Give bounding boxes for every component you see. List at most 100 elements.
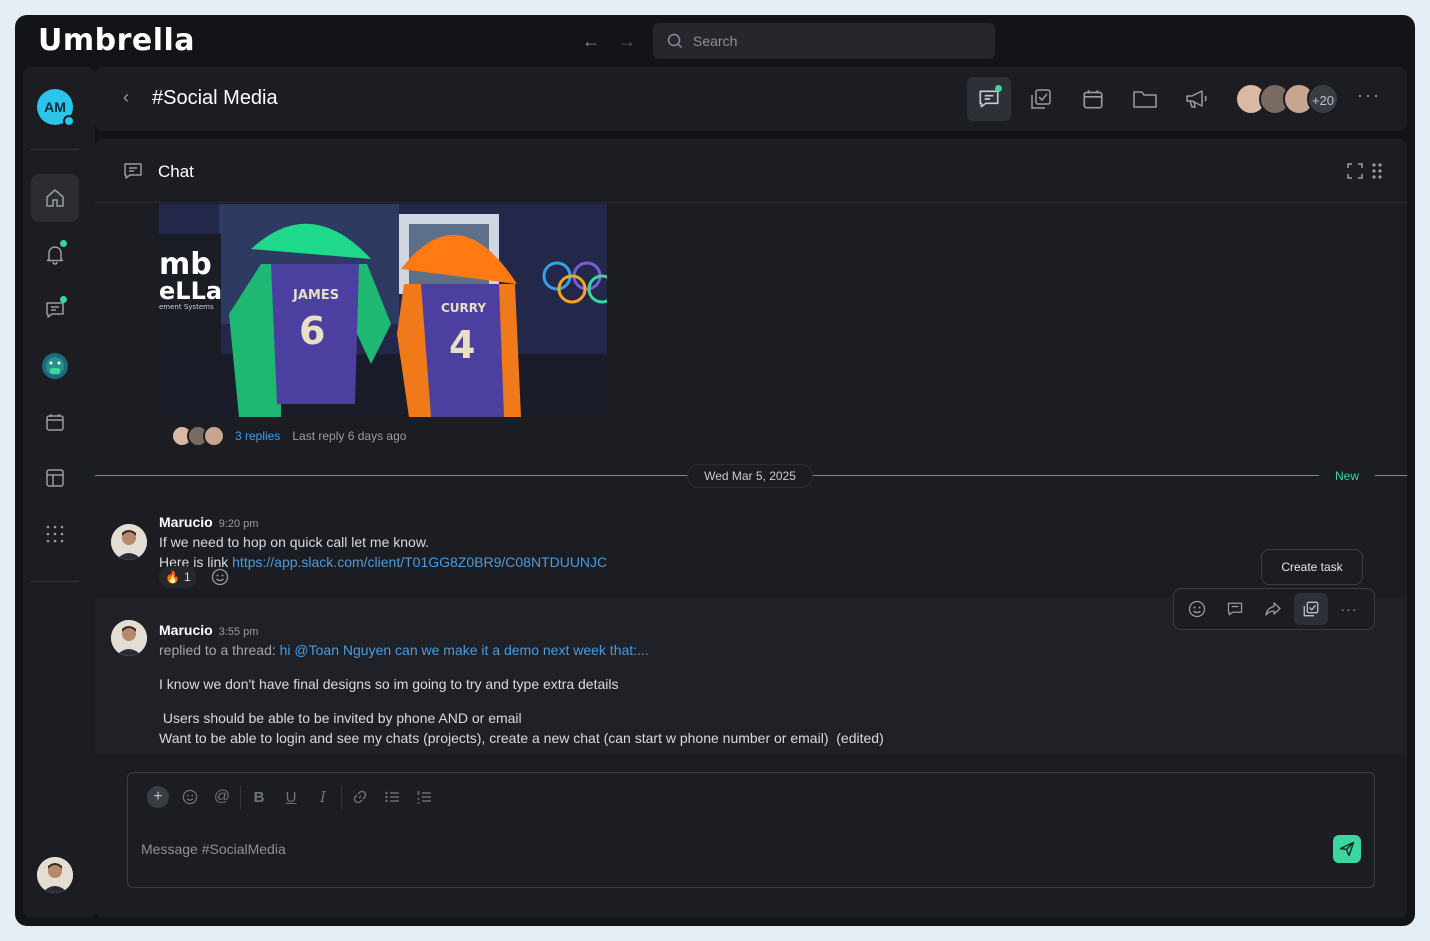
mention-icon[interactable]: @ xyxy=(206,783,238,811)
sidebar-item-notifications[interactable] xyxy=(31,230,79,278)
chat-title: Chat xyxy=(158,162,194,181)
megaphone-icon xyxy=(1186,90,1207,108)
top-bar: Umbrella ← → xyxy=(15,15,1415,67)
share-arrow-icon xyxy=(1265,602,1281,616)
tab-calendar[interactable] xyxy=(1071,77,1115,121)
jersey-name-curry: CURRY xyxy=(441,301,486,315)
plus-icon: + xyxy=(147,786,169,808)
italic-icon[interactable]: I xyxy=(307,783,339,811)
tasks-icon xyxy=(1303,601,1319,617)
sidebar-item-ai-assistant[interactable] xyxy=(31,342,79,390)
author-name[interactable]: Marucio xyxy=(159,622,213,638)
toolbar-separator xyxy=(341,785,342,809)
author-avatar[interactable] xyxy=(111,620,147,656)
layout-icon xyxy=(46,469,64,487)
react-button[interactable] xyxy=(1180,593,1214,625)
calendar-icon xyxy=(1083,90,1103,109)
channel-title: #Social Media xyxy=(152,87,278,109)
calendar-icon xyxy=(46,414,64,431)
notification-dot xyxy=(995,85,1002,92)
replies-link[interactable]: 3 replies xyxy=(235,429,280,443)
thread-prefix: replied to a thread: xyxy=(159,642,280,658)
user-avatar[interactable]: AM xyxy=(37,89,75,127)
message-time: 9:20 pm xyxy=(218,518,259,530)
person-photo-icon xyxy=(111,620,147,656)
create-task-tooltip: Create task xyxy=(1261,549,1363,585)
tab-announcements[interactable] xyxy=(1175,77,1219,121)
more-options-icon[interactable]: ··· xyxy=(1357,85,1381,106)
channel-header: ‹ #Social Media +20 ··· xyxy=(95,67,1407,131)
expand-icon[interactable] xyxy=(1347,163,1363,179)
jersey-name-james: JAMES xyxy=(292,288,339,303)
status-badge xyxy=(63,115,75,127)
drag-handle-icon[interactable] xyxy=(1371,163,1383,179)
send-icon xyxy=(1339,841,1355,857)
reaction-pill[interactable]: 🔥 1 xyxy=(159,566,197,588)
message-time: 3:55 pm xyxy=(218,626,259,638)
member-count-badge: +20 xyxy=(1307,83,1339,115)
bullet-list-icon xyxy=(385,791,399,803)
sidebar-item-calendar[interactable] xyxy=(31,398,79,446)
sidebar-item-home[interactable] xyxy=(31,174,79,222)
person-photo-icon xyxy=(111,524,147,560)
tab-chat[interactable] xyxy=(967,77,1011,121)
notification-dot xyxy=(60,240,67,247)
reply-avatar xyxy=(203,425,225,447)
add-reaction-icon[interactable] xyxy=(211,568,229,586)
reply-thread-button[interactable] xyxy=(1218,593,1252,625)
message-input[interactable] xyxy=(141,835,1291,863)
tab-tasks[interactable] xyxy=(1019,77,1063,121)
back-arrow-icon[interactable]: ← xyxy=(579,29,603,53)
link-button[interactable] xyxy=(344,783,376,811)
thread-link[interactable]: hi @Toan Nguyen can we make it a demo ne… xyxy=(280,642,649,658)
chat-icon xyxy=(124,163,142,179)
person-photo-icon xyxy=(37,857,73,893)
thread-icon xyxy=(1227,602,1243,616)
message-text: I know we don't have final designs so im… xyxy=(159,676,619,692)
chat-header: Chat xyxy=(95,139,1407,203)
reaction-count: 1 xyxy=(183,570,191,584)
emoji-icon xyxy=(182,789,198,805)
search-input[interactable] xyxy=(693,23,983,59)
last-reply-text: Last reply 6 days ago xyxy=(292,429,407,443)
message-text: Users should be able to be invited by ph… xyxy=(159,710,522,726)
chat-panel: Chat mb eLLa ement Systems JAMES 6 CURRY… xyxy=(95,139,1407,918)
sidebar-item-more-apps[interactable] xyxy=(31,510,79,558)
ai-assistant-icon xyxy=(42,353,68,379)
numbered-list-button[interactable] xyxy=(408,783,440,811)
create-task-button[interactable] xyxy=(1294,593,1328,625)
sidebar-item-layout[interactable] xyxy=(31,454,79,502)
add-attachment-button[interactable]: + xyxy=(142,783,174,811)
share-button[interactable] xyxy=(1256,593,1290,625)
message-link[interactable]: https://app.slack.com/client/T01GG8Z0BR9… xyxy=(232,554,607,570)
more-actions-icon[interactable]: ··· xyxy=(1332,593,1366,625)
bold-icon[interactable]: B xyxy=(243,783,275,811)
message-text: Want to be able to login and see my chat… xyxy=(159,730,884,746)
profile-avatar[interactable] xyxy=(37,857,73,893)
author-name[interactable]: Marucio xyxy=(159,514,213,530)
basketball-players-image: mb eLLa ement Systems JAMES 6 CURRY 4 xyxy=(159,204,607,417)
message-header: Marucio 9:20 pm xyxy=(159,514,258,530)
tab-files[interactable] xyxy=(1123,77,1167,121)
underline-icon[interactable]: U xyxy=(275,783,307,811)
date-divider-label: Wed Mar 5, 2025 xyxy=(687,464,813,488)
jersey-number-4: 4 xyxy=(449,323,475,367)
thread-summary[interactable]: 3 replies Last reply 6 days ago xyxy=(171,425,406,447)
home-icon xyxy=(46,189,64,207)
app-window: Umbrella ← → AM xyxy=(15,15,1415,926)
back-chevron-icon[interactable]: ‹ xyxy=(123,87,129,108)
notification-dot xyxy=(60,296,67,303)
sidebar: AM xyxy=(23,67,95,918)
message-composer: + @ B U I xyxy=(127,772,1375,888)
bullet-list-button[interactable] xyxy=(376,783,408,811)
image-brand-mid: eLLa xyxy=(159,277,222,305)
sidebar-item-messages[interactable] xyxy=(31,286,79,334)
image-attachment[interactable]: mb eLLa ement Systems JAMES 6 CURRY 4 xyxy=(159,204,607,417)
search-bar[interactable] xyxy=(653,23,995,59)
forward-arrow-icon[interactable]: → xyxy=(615,29,639,53)
link-icon xyxy=(353,790,367,804)
message-actions-toolbar: ··· xyxy=(1173,588,1375,630)
emoji-button[interactable] xyxy=(174,783,206,811)
send-button[interactable] xyxy=(1333,835,1361,863)
author-avatar[interactable] xyxy=(111,524,147,560)
